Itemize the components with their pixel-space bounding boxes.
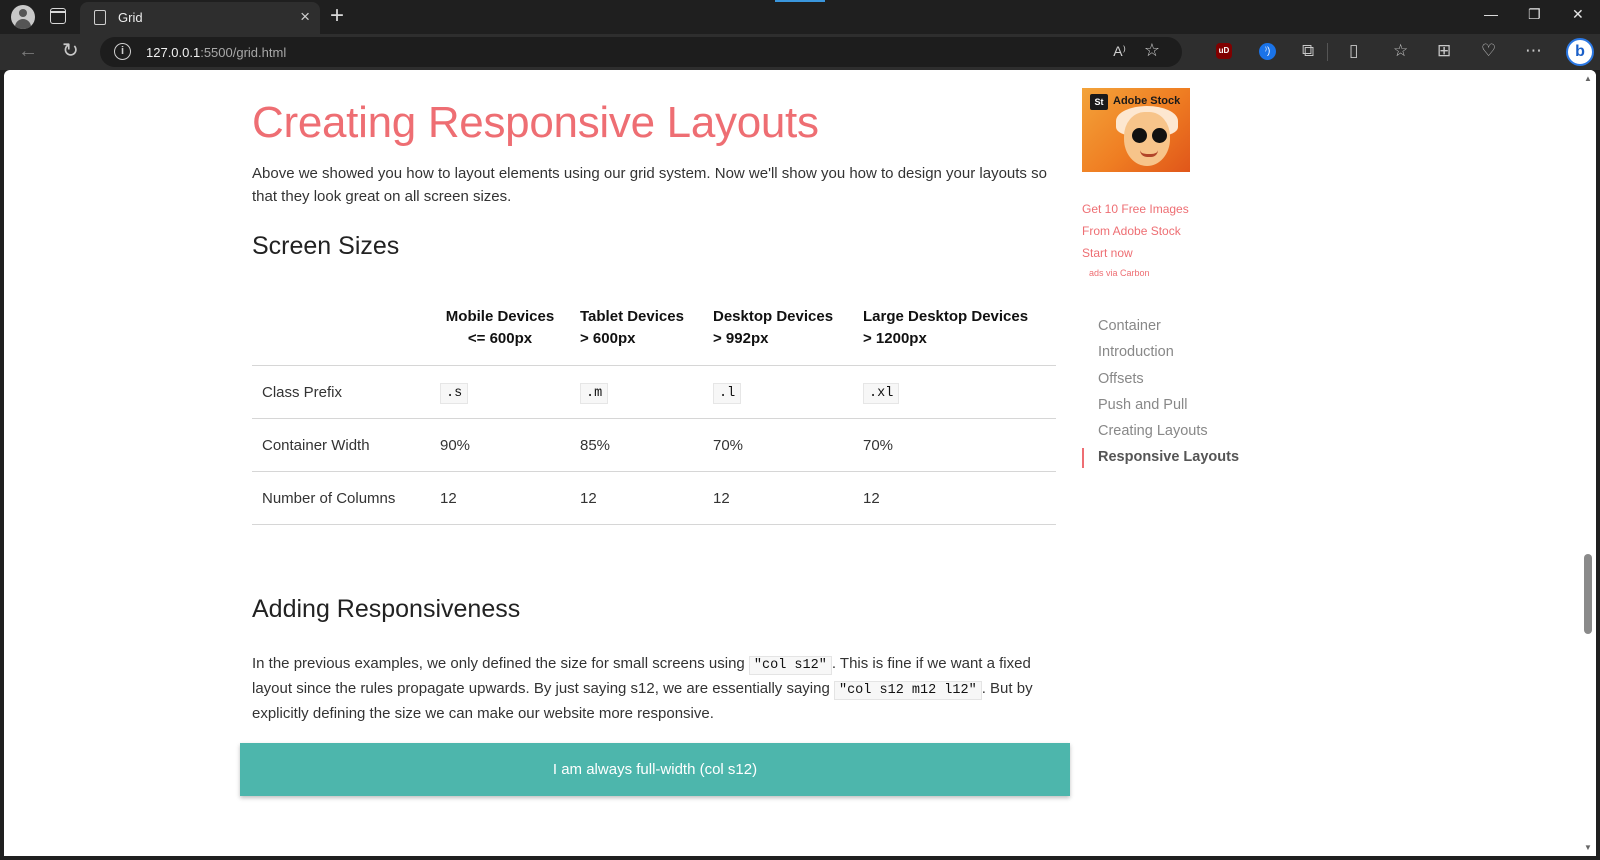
ad-brand: Adobe Stock xyxy=(1113,95,1181,107)
toc-item-creating-layouts[interactable]: Creating Layouts xyxy=(1082,419,1239,445)
scroll-up-icon[interactable]: ▲ xyxy=(1584,74,1592,83)
table-header-cell: Large Desktop Devices > 1200px xyxy=(863,308,1029,347)
full-width-demo-box: I am always full-width (col s12) xyxy=(240,743,1070,796)
extensions-puzzle-icon[interactable]: ⧉ xyxy=(1302,40,1314,62)
performance-icon[interactable]: ♡ xyxy=(1481,40,1496,62)
read-aloud-icon[interactable]: A⁾ xyxy=(1113,43,1126,60)
scrollbar-thumb[interactable] xyxy=(1584,554,1592,634)
toc-item-container[interactable]: Container xyxy=(1082,314,1239,340)
table-cell: 85% xyxy=(570,418,703,472)
tab-title: Grid xyxy=(118,10,143,25)
table-row: Number of Columns 12 12 12 12 xyxy=(252,471,1056,525)
refresh-icon[interactable]: ↻ xyxy=(62,40,79,62)
minimize-button[interactable]: — xyxy=(1484,6,1498,22)
site-info-icon[interactable]: i xyxy=(114,43,131,60)
table-header-cell: Tablet Devices > 600px xyxy=(580,308,684,347)
table-cell: 12 xyxy=(570,471,703,525)
ad-text-link[interactable]: Get 10 Free Images From Adobe Stock Star… xyxy=(1082,198,1189,264)
adobe-stock-logo-icon: St xyxy=(1090,94,1108,110)
table-header-row: Mobile Devices <= 600px Tablet Devices > 6… xyxy=(252,300,1056,366)
adding-responsiveness-heading: Adding Responsiveness xyxy=(252,595,521,623)
new-tab-button[interactable]: + xyxy=(330,2,344,30)
table-of-contents: Container Introduction Offsets Push and … xyxy=(1082,314,1239,472)
restore-button[interactable]: ❐ xyxy=(1528,6,1541,23)
page-viewport: Creating Responsive Layouts Above we sho… xyxy=(4,70,1596,856)
back-icon[interactable]: ← xyxy=(18,40,38,62)
table-cell: .m xyxy=(570,365,703,419)
inline-code: "col s12 m12 l12" xyxy=(833,681,982,700)
table-cell: 70% xyxy=(853,418,1056,472)
row-label: Class Prefix xyxy=(252,365,430,419)
collections-icon[interactable]: ⊞ xyxy=(1437,40,1451,62)
split-screen-icon[interactable]: ▯ xyxy=(1349,40,1358,62)
row-label: Container Width xyxy=(252,418,430,472)
extension-blue-icon[interactable]: ⁾) xyxy=(1259,43,1276,60)
table-header-cell xyxy=(252,300,430,366)
table-header-cell: Mobile Devices <= 600px xyxy=(445,308,555,347)
table-cell: 70% xyxy=(703,418,853,472)
tab-actions-icon[interactable] xyxy=(50,8,66,24)
favorite-star-icon[interactable]: ☆ xyxy=(1144,40,1160,61)
table-cell: 12 xyxy=(853,471,1056,525)
page-favicon-icon xyxy=(94,10,106,25)
row-label: Number of Columns xyxy=(252,471,430,525)
table-cell: .l xyxy=(703,365,853,419)
table-cell: 12 xyxy=(430,471,570,525)
adobe-stock-ad-image[interactable]: St Adobe Stock xyxy=(1082,88,1190,172)
toc-item-introduction[interactable]: Introduction xyxy=(1082,340,1239,366)
toc-item-responsive-layouts[interactable]: Responsive Layouts xyxy=(1082,445,1239,471)
ads-via-carbon-link[interactable]: ads via Carbon xyxy=(1089,268,1150,278)
table-cell: .xl xyxy=(853,365,1056,419)
toc-item-offsets[interactable]: Offsets xyxy=(1082,367,1239,393)
intro-paragraph: Above we showed you how to layout elemen… xyxy=(252,165,1047,205)
browser-tab[interactable]: Grid × xyxy=(80,2,320,34)
browser-titlebar: Grid × + — ❐ ✕ xyxy=(0,0,1600,34)
table-cell: 12 xyxy=(703,471,853,525)
browser-toolbar: ← ↻ i 127.0.0.1:5500/grid.html A⁾ ☆ uD ⁾… xyxy=(0,34,1600,70)
page-title: Creating Responsive Layouts xyxy=(252,98,819,147)
tab-close-icon[interactable]: × xyxy=(300,7,310,27)
ublock-extension-icon[interactable]: uD xyxy=(1216,43,1232,59)
toc-item-push-and-pull[interactable]: Push and Pull xyxy=(1082,393,1239,419)
inline-code: "col s12" xyxy=(748,656,832,675)
scroll-down-icon[interactable]: ▼ xyxy=(1584,843,1592,852)
page-scrollbar[interactable]: ▲ ▼ xyxy=(1580,70,1596,856)
more-menu-icon[interactable]: ⋯ xyxy=(1525,40,1542,62)
titlebar-accent xyxy=(775,0,825,2)
responsiveness-paragraph: In the previous examples, we only define… xyxy=(252,655,1033,722)
bing-copilot-icon[interactable]: b xyxy=(1566,38,1594,66)
table-row: Container Width 90% 85% 70% 70% xyxy=(252,418,1056,472)
table-header-cell: Desktop Devices > 992px xyxy=(713,308,834,347)
table-cell: 90% xyxy=(430,418,570,472)
table-cell: .s xyxy=(430,365,570,419)
address-bar[interactable]: i 127.0.0.1:5500/grid.html A⁾ ☆ xyxy=(100,37,1182,67)
screen-sizes-heading: Screen Sizes xyxy=(252,232,400,260)
toolbar-divider xyxy=(1327,43,1328,61)
table-row: Class Prefix .s .m .l .xl xyxy=(252,365,1056,419)
profile-avatar-icon[interactable] xyxy=(11,5,35,29)
url-text[interactable]: 127.0.0.1:5500/grid.html xyxy=(146,45,286,60)
screen-sizes-table: Mobile Devices <= 600px Tablet Devices > 6… xyxy=(252,300,1056,525)
favorites-icon[interactable]: ☆ xyxy=(1393,40,1408,62)
close-window-button[interactable]: ✕ xyxy=(1572,6,1584,23)
